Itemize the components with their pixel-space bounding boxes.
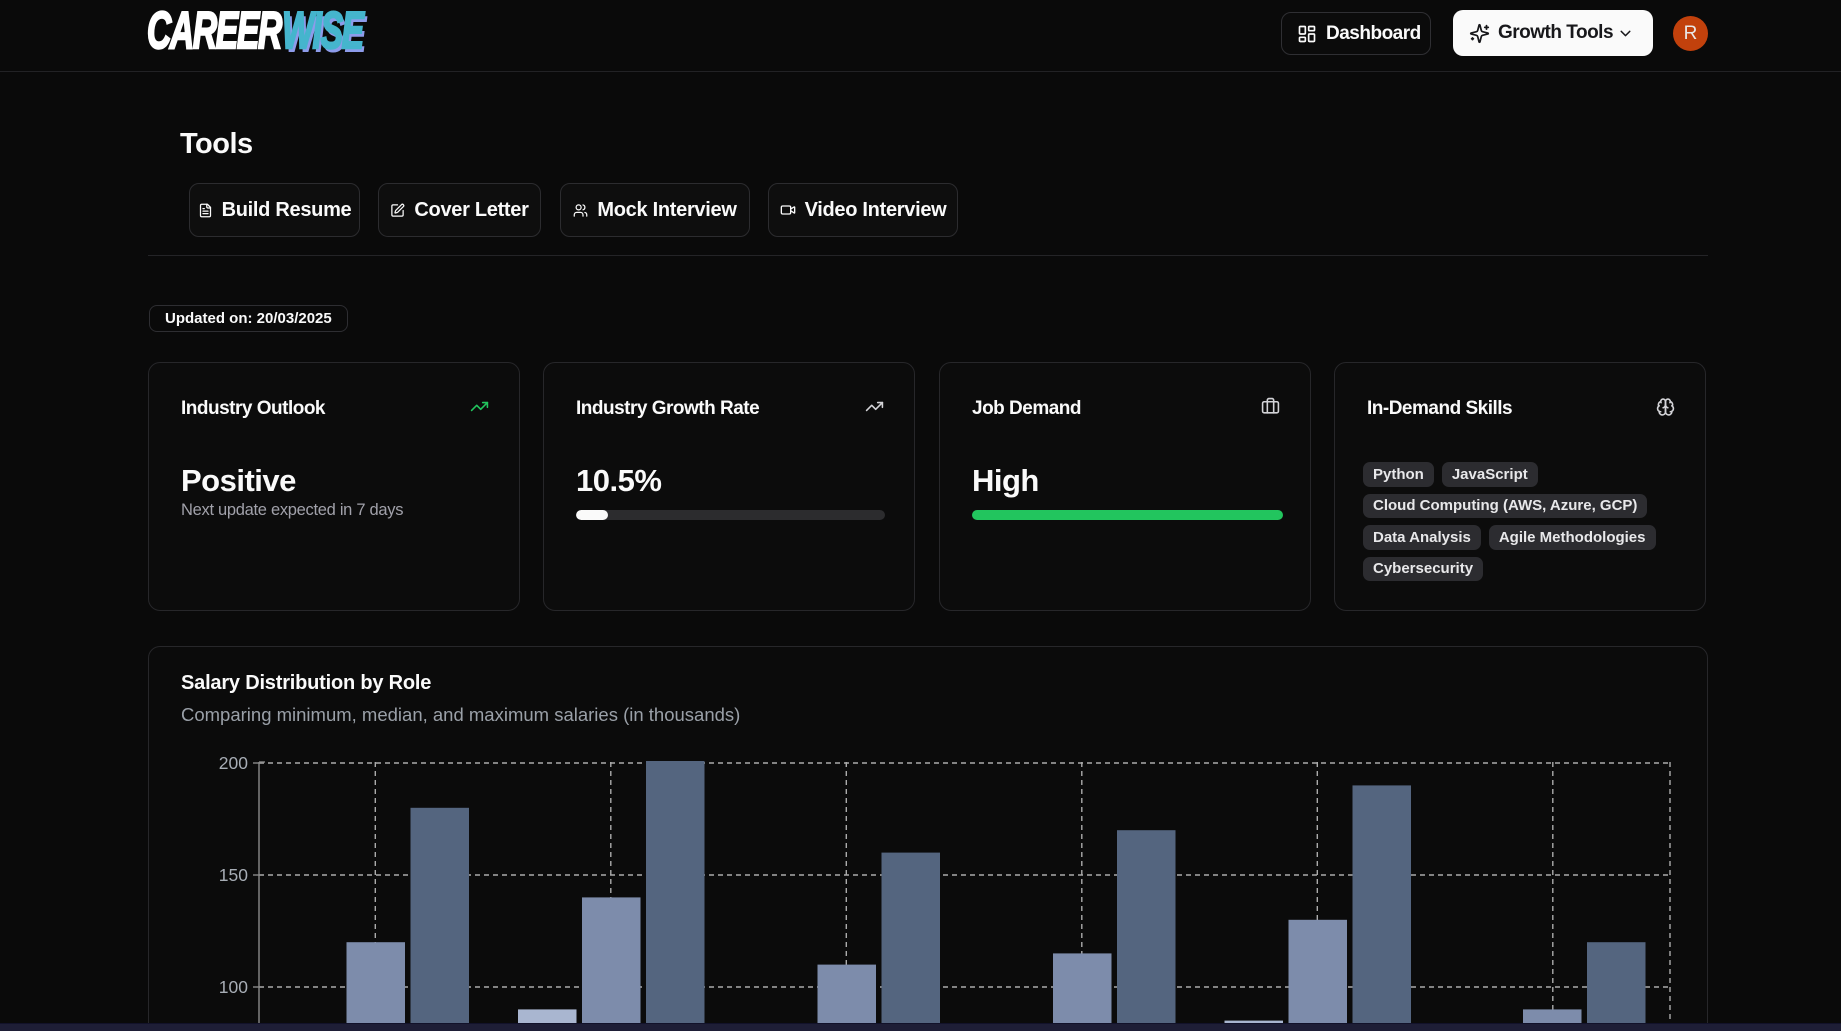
svg-text:100: 100: [219, 977, 248, 997]
svg-text:200: 200: [219, 753, 248, 773]
svg-text:150: 150: [219, 865, 248, 885]
